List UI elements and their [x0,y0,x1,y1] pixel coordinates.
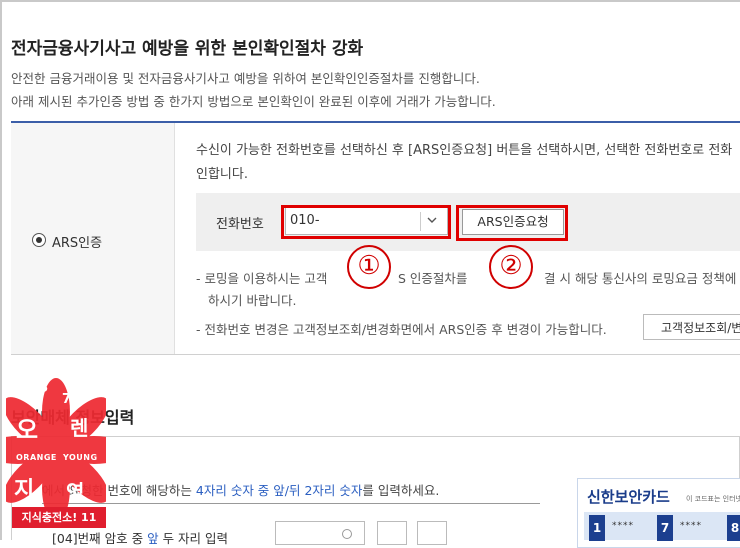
logo-number-7: 7 [62,392,72,407]
row-prefix: [04]번째 암호 중 [52,531,148,546]
annotation-circle-1: ① [347,245,391,289]
panel-bottom-divider [11,354,740,355]
logo-char-ji: 지 [14,478,35,503]
roaming-note-part1: - 로밍을 이용하시는 고객 [196,271,328,286]
logo-char-ryeon: 렌 [70,416,89,440]
security-card-title: 신한보안카드 [587,488,670,506]
page-title: 전자금융사기사고 예방을 위한 본인확인절차 강화 [11,39,364,59]
code-digit-input-1[interactable] [377,521,407,545]
ars-intro-line1: 수신이 가능한 전화번호를 선택하신 후 [ARS인증요청] 버튼을 선택하시면… [196,143,733,158]
highlight-box-phone [281,205,451,239]
frame-top-border [0,0,740,2]
card-cell-stars-2: **** [680,521,702,531]
roaming-note-line2: 하시기 바랍니다. [208,293,297,308]
card-cell-number-8: 8 [727,515,740,541]
code-input-row-label: [04]번째 암호 중 앞 두 자리 입력 [52,528,228,547]
security-card-subtitle: 이 코드표는 인터넷뱅 [686,495,740,503]
frame-left-border [0,0,2,540]
card-cell-number-1: 1 [589,515,605,541]
customer-info-button[interactable]: 고객정보조회/변 [643,314,740,340]
page-description-line1: 안전한 금융거래이용 및 전자금융사기사고 예방을 위하여 본인확인인증절차를 … [11,71,480,86]
row-suffix: 두 자리 입력 [158,531,229,546]
phone-number-label: 전화번호 [216,217,264,232]
instruction-highlight: 4자리 숫자 중 앞/뒤 2자리 숫자 [195,483,363,498]
instruction-divider [42,503,540,504]
card-cell-stars-1: **** [612,521,634,531]
logo-number-3: 3 [38,378,49,396]
highlight-box-ars [456,205,568,241]
logo-char-yeong: 영 [66,480,85,504]
logo-young-text: YOUNG [63,453,98,462]
watermark-banner: 지식충전소! 11 [12,507,106,528]
info-icon[interactable] [342,529,352,539]
instruction-suffix: 를 입력하세요. [362,483,440,498]
radio-selected-dot [36,237,42,243]
page-description-line2: 아래 제시된 추가인증 방법 중 한가지 방법으로 본인확인이 완료된 이후에 … [11,94,496,109]
phone-change-note: - 전화번호 변경은 고객정보조회/변경화면에서 ARS인증 후 변경이 가능합… [196,322,607,337]
annotation-circle-2: ② [489,245,533,289]
ars-radio-button[interactable] [32,233,46,247]
logo-orange-text: ORANGE [16,453,57,462]
ars-intro-line2: 인합니다. [196,167,248,182]
ars-radio-label[interactable]: ARS인증 [52,232,102,251]
logo-char-o: 오 [16,416,39,444]
roaming-note-part2: S 인증절차를 [398,271,468,286]
card-cell-number-7: 7 [657,515,673,541]
row-highlight: 앞 [147,531,159,546]
code-digit-input-2[interactable] [417,521,447,545]
roaming-note-part3: 결 시 해당 통신사의 로밍요금 정책에 [544,271,737,286]
